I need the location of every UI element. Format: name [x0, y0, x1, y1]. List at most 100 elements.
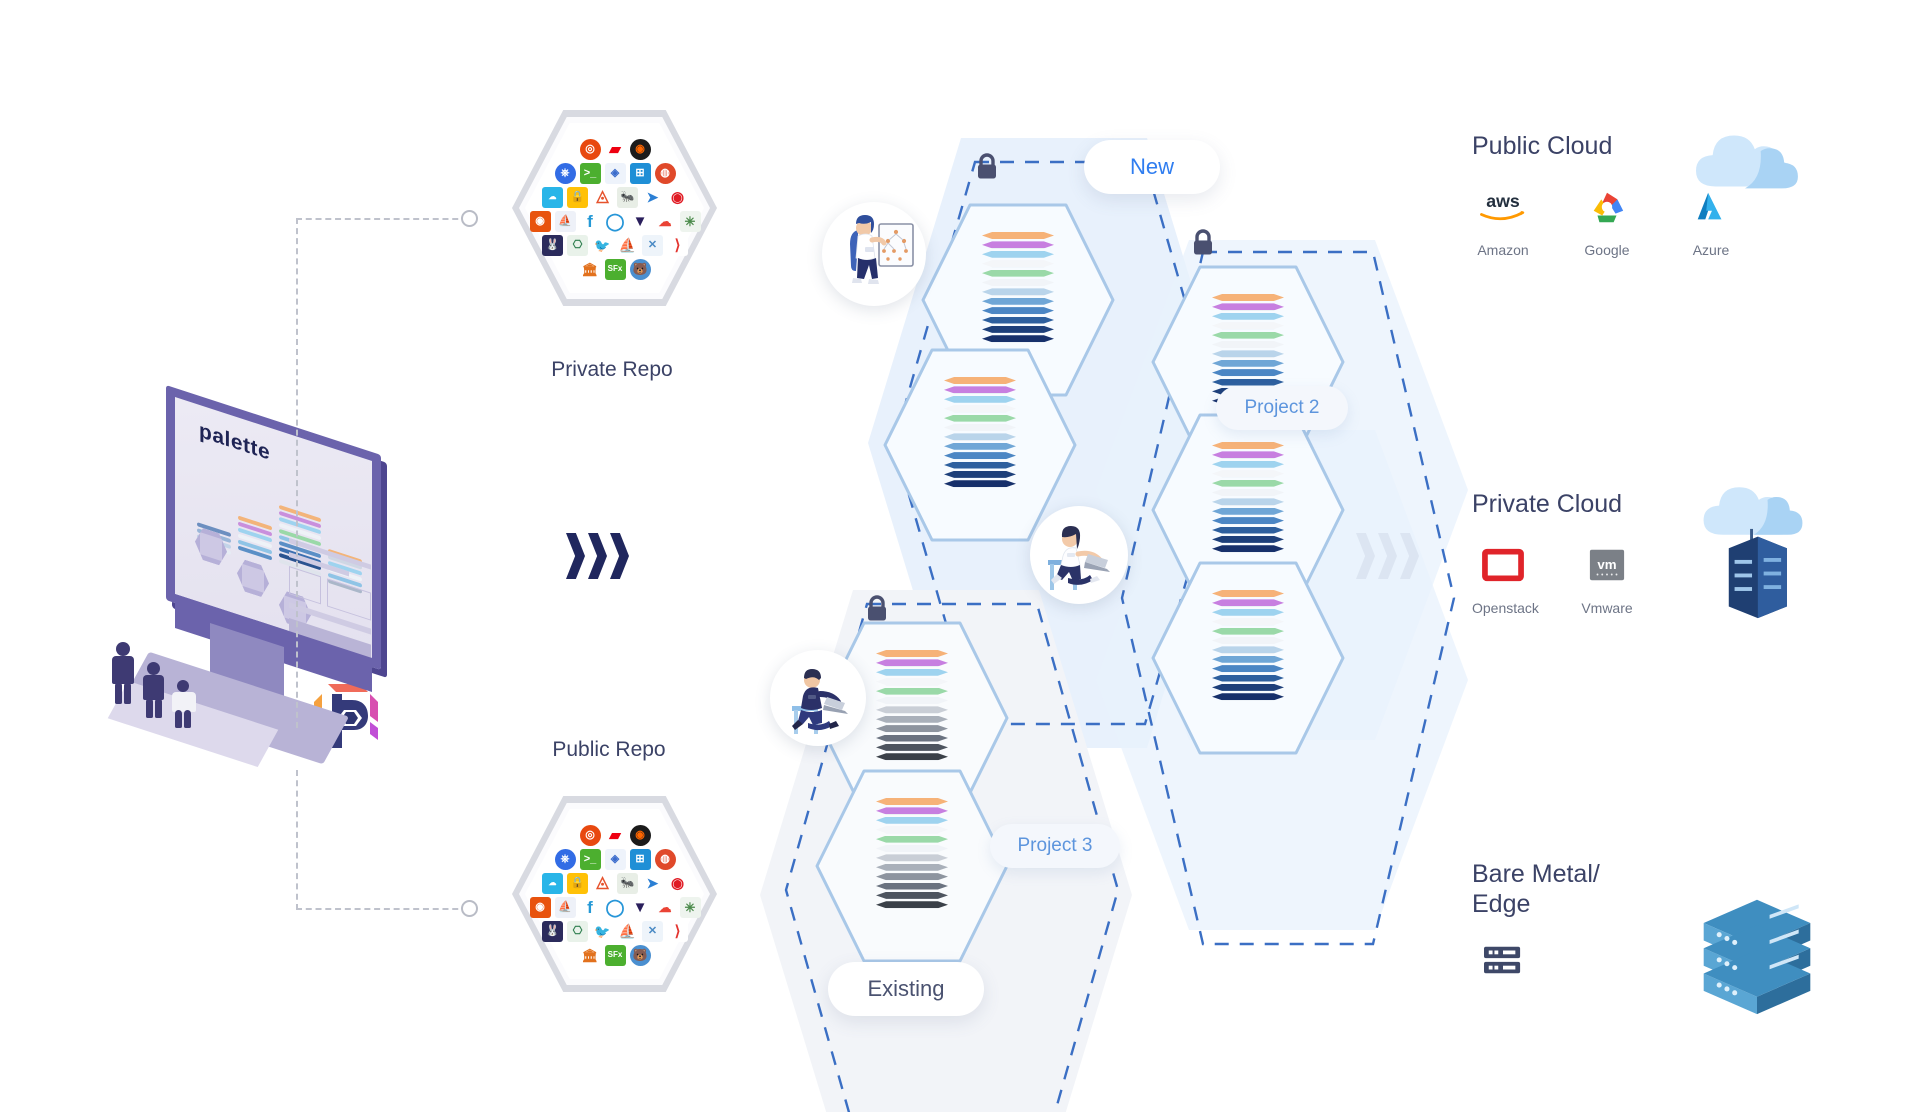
etcd-icon: ◈ — [604, 162, 626, 184]
bird-icon: ◉ — [667, 186, 688, 208]
calico-icon: 🐦 — [592, 920, 613, 942]
harbor-icon: ⛵ — [617, 920, 638, 942]
public-repo-hexagon[interactable]: ◎ ▰ ◉ ⎈ >_ ◈ ⊞ ◍ ☁ 🔒 ◬ 🐜 ➤ ◉ ◉ ⛵ f ◯ ▼ ☁… — [512, 796, 717, 992]
vmware-logo: vm — [1576, 542, 1638, 588]
platform-bare-metal-edge: Bare Metal/ Edge — [1472, 860, 1600, 995]
private-repo-hexagon[interactable]: ◎ ▰ ◉ ⎈ >_ ◈ ⊞ ◍ ☁ 🔒 ◬ 🐜 ➤ ◉ ◉ ⛵ f ◯ ▼ ☁… — [512, 110, 717, 306]
vendor-azure-label: Azure — [1692, 241, 1730, 258]
vault-icon: 🔒 — [567, 186, 588, 208]
padlock-icon — [972, 152, 1002, 182]
private-cloud-vendors: Openstack vm Vmware — [1472, 542, 1638, 616]
badge-project-2[interactable]: Project 2 — [1216, 386, 1348, 430]
vendor-aws-label: Amazon — [1477, 241, 1529, 258]
cluster-stack-p2-3 — [1212, 590, 1284, 703]
openstack-ring-icon: ◯ — [604, 896, 626, 918]
openshift-icon: ◉ — [529, 210, 551, 232]
private-repo-icon-grid: ◎ ▰ ◉ ⎈ >_ ◈ ⊞ ◍ ☁ 🔒 ◬ 🐜 ➤ ◉ ◉ ⛵ f ◯ ▼ ☁… — [529, 136, 701, 282]
ceph-icon: ◉ — [629, 824, 651, 846]
avatar-presenter — [822, 202, 926, 306]
harbor-icon: ⛵ — [617, 234, 638, 256]
vendor-server[interactable] — [1472, 937, 1534, 995]
windows-icon: ⊞ — [629, 162, 651, 184]
palette-console-illustration: palette — [107, 380, 438, 768]
nginx-mascot-icon: 🐻 — [629, 258, 651, 280]
monitor-cluster-stacks — [197, 478, 362, 594]
spinnaker-icon: ⟩ — [667, 920, 688, 942]
spinnaker-icon: ⟩ — [667, 234, 688, 256]
avatar-laptop-woman — [1030, 506, 1128, 604]
padlock-icon — [862, 594, 892, 624]
cloud-with-server-icon — [1690, 480, 1816, 641]
connector-to-public-repo — [296, 908, 468, 910]
avatar-laptop-man — [770, 650, 866, 746]
prometheus-icon: ◬ — [592, 872, 613, 894]
flux-icon: f — [579, 210, 601, 232]
cilium-icon: ✕ — [642, 920, 663, 942]
redhat-icon: ▰ — [604, 824, 626, 846]
vault-icon: 🔒 — [567, 872, 588, 894]
prometheus-icon: ◬ — [592, 186, 613, 208]
badge-new[interactable]: New — [1084, 140, 1220, 194]
person-figure-3 — [172, 680, 202, 728]
bare-metal-title-line1: Bare Metal/ — [1472, 860, 1600, 888]
person-figure-1 — [110, 642, 140, 704]
sfx-icon: SFx — [604, 944, 626, 966]
vendor-vmware-label: Vmware — [1581, 599, 1633, 616]
palette-monitor-screen: palette — [166, 385, 381, 670]
bare-metal-title-line2: Edge — [1472, 889, 1531, 918]
cluster-stack-new-1 — [982, 232, 1054, 345]
public-repo-caption: Public Repo — [552, 738, 666, 761]
salesforce-cloud-icon: ☁ — [542, 872, 563, 894]
cluster-stack-new-2 — [944, 377, 1016, 490]
openshift-icon: ◉ — [529, 896, 551, 918]
vendor-openstack[interactable]: Openstack — [1472, 542, 1539, 616]
kubernetes-icon: ⎈ — [554, 848, 576, 870]
bare-metal-vendors — [1472, 937, 1600, 995]
ceph-icon: ◉ — [629, 138, 651, 160]
kubeflow-icon: ✳ — [679, 210, 701, 232]
nginx-mascot-icon: 🐻 — [629, 944, 651, 966]
ubuntu-icon: ◎ — [579, 138, 601, 160]
terminal-icon: >_ — [579, 162, 601, 184]
istio-icon: ⛵ — [554, 210, 576, 232]
kubernetes-icon: ⎈ — [554, 162, 576, 184]
svg-text:aws: aws — [1486, 191, 1520, 211]
velero-icon: ▼ — [629, 210, 651, 232]
cloud-icon — [1686, 110, 1804, 213]
vendor-google-label: Google — [1584, 241, 1630, 258]
vendor-google[interactable]: Google — [1576, 184, 1638, 258]
cluster-stack-p3-2 — [876, 798, 948, 911]
connector-vertical — [296, 218, 298, 728]
vendor-aws[interactable]: aws Amazon — [1472, 184, 1534, 258]
flux-icon: f — [579, 896, 601, 918]
cluster-stack-p2-2 — [1212, 442, 1284, 555]
svg-text:vm: vm — [1597, 556, 1616, 571]
cluster-stack-p3-1 — [876, 650, 948, 763]
vendor-vmware[interactable]: vm Vmware — [1576, 542, 1638, 616]
vendor-openstack-label: Openstack — [1472, 599, 1539, 616]
calico-icon: 🐦 — [592, 234, 613, 256]
etcd-icon: ◈ — [604, 848, 626, 870]
redhat-icon: ▰ — [604, 138, 626, 160]
public-repo-icon-grid: ◎ ▰ ◉ ⎈ >_ ◈ ⊞ ◍ ☁ 🔒 ◬ 🐜 ➤ ◉ ◉ ⛵ f ◯ ▼ ☁… — [529, 822, 701, 968]
rabbitmq-icon: 🐰 — [542, 920, 563, 942]
istio-icon: ⛵ — [554, 896, 576, 918]
connector-node-private — [461, 210, 478, 227]
cilium-icon: ✕ — [642, 234, 663, 256]
docker-moby-icon: ◍ — [654, 162, 676, 184]
private-repo-caption: Private Repo — [551, 358, 673, 381]
helm-icon: ⎔ — [567, 920, 588, 942]
rabbitmq-icon: 🐰 — [542, 234, 563, 256]
badge-project-3[interactable]: Project 3 — [990, 824, 1120, 868]
ubuntu-icon: ◎ — [579, 824, 601, 846]
tekton-icon: 🏛 — [579, 258, 601, 280]
server-stack-logo — [1472, 937, 1534, 983]
helm-icon: ⎔ — [567, 234, 588, 256]
person-figure-2 — [142, 662, 170, 718]
server-rack-icon — [1694, 888, 1820, 1029]
badge-existing[interactable]: Existing — [828, 962, 984, 1016]
antrea-icon: 🐜 — [617, 186, 638, 208]
bird-icon: ◉ — [667, 872, 688, 894]
antrea-icon: 🐜 — [617, 872, 638, 894]
falco-icon: ➤ — [642, 186, 663, 208]
